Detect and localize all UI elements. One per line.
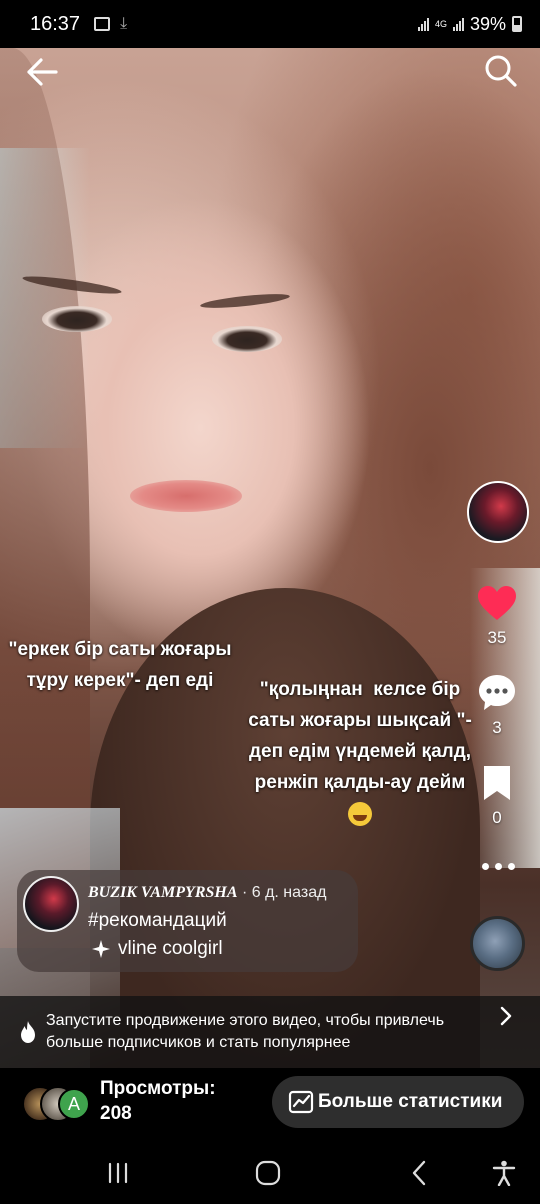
- network-type: 4G: [434, 18, 447, 29]
- accessibility-icon[interactable]: [490, 1160, 518, 1186]
- views-count: 208: [100, 1103, 132, 1124]
- signal-icon-2: [452, 17, 464, 31]
- save-count: 0: [492, 808, 502, 827]
- like-count: 35: [487, 628, 507, 647]
- sparkle-icon: [92, 940, 110, 958]
- sound-info[interactable]: vline coolgirl: [92, 938, 223, 960]
- battery-percent: 39%: [469, 13, 506, 34]
- face-brow-right: [199, 291, 291, 311]
- views-label: Просмотры:: [100, 1078, 216, 1099]
- download-notification-icon: ⤓: [120, 15, 128, 32]
- chevron-right-icon[interactable]: [496, 1006, 516, 1026]
- face-lips: [130, 480, 242, 512]
- status-bar: 16:37 ⤓ 4G 39%: [0, 0, 540, 48]
- home-icon[interactable]: [254, 1160, 282, 1186]
- nav-back-icon[interactable]: [406, 1160, 434, 1186]
- search-icon[interactable]: [484, 54, 518, 88]
- more-icon[interactable]: [478, 856, 518, 876]
- comment-icon: [479, 675, 515, 710]
- face-eye-right: [212, 326, 282, 352]
- recent-apps-icon[interactable]: [104, 1160, 132, 1186]
- creator-avatar[interactable]: [467, 481, 529, 543]
- back-arrow-icon[interactable]: [24, 56, 60, 88]
- gallery-notification-icon: [94, 17, 111, 31]
- face-eye-left: [42, 306, 112, 332]
- sweat-smile-emoji-icon: [348, 801, 372, 826]
- post-date: · 6 д. назад: [237, 884, 327, 901]
- comment-button[interactable]: 3: [474, 672, 520, 738]
- more-stats-label: Больше статистики: [318, 1091, 503, 1112]
- comment-count: 3: [492, 718, 502, 737]
- video-caption-right-text: "қолыңнан келсе бір саты жоғары шықсай "…: [248, 679, 472, 793]
- video-caption-right: "қолыңнан келсе бір саты жоғары шықсай "…: [234, 674, 486, 829]
- status-time: 16:37: [30, 12, 81, 35]
- flame-icon: [21, 1021, 35, 1043]
- status-right: 4G 39%: [417, 13, 522, 35]
- video-caption-left: "еркек бір саты жоғары тұру керек"- деп …: [8, 639, 232, 691]
- viewer-avatar[interactable]: A: [58, 1088, 90, 1120]
- save-button[interactable]: 0: [474, 764, 520, 828]
- author-avatar[interactable]: [23, 876, 79, 932]
- author-line: BUZIK VAMPYRSHA · 6 д. назад: [88, 884, 326, 902]
- more-stats-button[interactable]: Больше статистики: [272, 1076, 524, 1128]
- promote-text: Запустите продвижение этого видео, чтобы…: [46, 1012, 445, 1051]
- battery-icon: [512, 16, 522, 32]
- heart-icon: [478, 586, 516, 620]
- like-button[interactable]: 35: [474, 584, 520, 648]
- author-name[interactable]: BUZIK VAMPYRSHA: [88, 884, 238, 901]
- music-disc[interactable]: [470, 916, 525, 971]
- signal-icon: [417, 17, 429, 31]
- sound-name: vline coolgirl: [118, 938, 223, 959]
- bookmark-icon: [484, 766, 510, 800]
- chart-icon: [288, 1090, 314, 1114]
- hashtag[interactable]: #рекомандаций: [88, 910, 227, 932]
- promote-banner[interactable]: Запустите продвижение этого видео, чтобы…: [0, 996, 540, 1068]
